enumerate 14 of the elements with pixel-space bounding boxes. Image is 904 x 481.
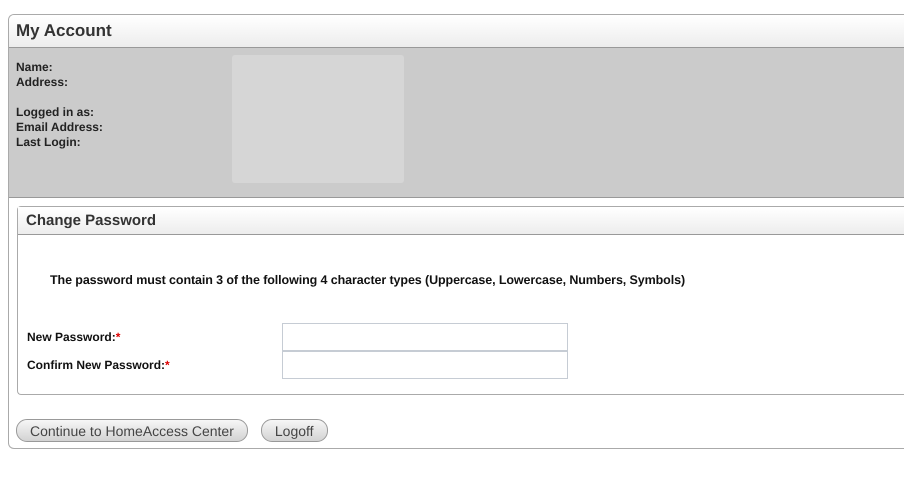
action-button[interactable]: Continue to HomeAccess Center [16,419,248,442]
field-label: New Password:* [27,330,122,344]
field-label: Email Address: [16,120,104,135]
field-label: Logged in as: [16,105,95,120]
field-label: Address: [16,75,70,90]
password-field[interactable] [282,323,568,351]
password-instructions: The password must contain 3 of the following 4 character types (Uppercase, Lowercase, Numbers, Symbols) [50,273,686,287]
field-label: Last Login: [16,135,82,150]
action-button[interactable]: Logoff [260,419,328,442]
field-label: Name: [16,60,54,75]
panel-header: My Account [9,15,904,48]
password-field[interactable] [282,351,568,379]
field-label: Confirm New Password:* [27,358,171,372]
panel-header: Change Password [18,207,904,235]
